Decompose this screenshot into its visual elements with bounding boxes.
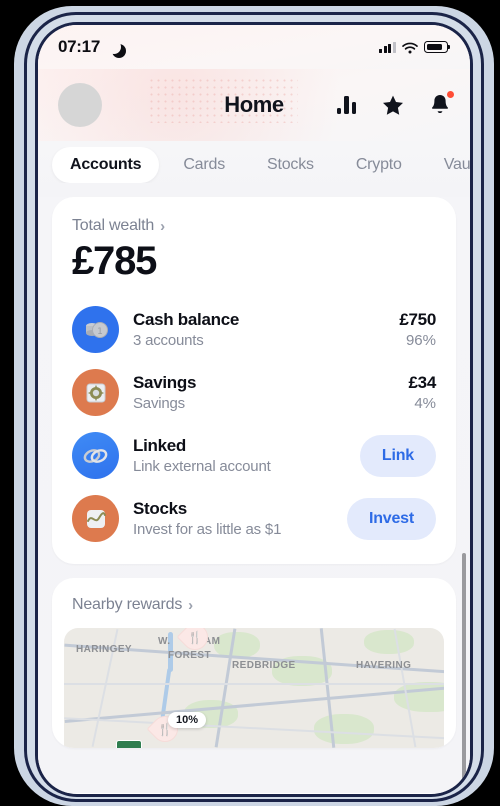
nearby-rewards-header[interactable]: Nearby rewards › (52, 596, 456, 628)
account-row-linked[interactable]: Linked Link external account Link (72, 424, 436, 487)
notifications-button[interactable] (430, 91, 454, 116)
rewards-map[interactable]: HARINGEY W. AM FOREST REDBRIDGE HAVERING… (64, 628, 444, 748)
chevron-right-icon: › (188, 596, 193, 614)
link-account-button[interactable]: Link (359, 434, 436, 477)
nearby-rewards-head-inner[interactable]: Nearby rewards › (72, 596, 436, 614)
account-text-savings: Savings Savings (133, 373, 395, 412)
status-time: 07:17 (58, 37, 100, 56)
offer-percent-badge: 10% (168, 712, 207, 728)
map-label-haringey: HARINGEY (76, 644, 132, 655)
account-subtitle: Link external account (133, 458, 271, 475)
map-label-havering: HAVERING (356, 660, 412, 671)
account-subtitle: Invest for as little as $1 (133, 521, 282, 538)
map-road-shield (116, 740, 142, 748)
wifi-icon (402, 41, 418, 54)
status-bar: 07:17 (38, 25, 470, 69)
insights-chart-button[interactable] (336, 96, 356, 114)
invest-button[interactable]: Invest (346, 497, 436, 540)
app-header: Home (38, 69, 470, 141)
safe-vault-icon (72, 369, 119, 416)
battery-icon (424, 41, 451, 53)
total-wealth-amount: £785 (72, 239, 157, 283)
account-subtitle: 3 accounts (133, 332, 204, 349)
account-values-savings: £34 4% (408, 373, 437, 412)
account-title: Cash balance (133, 310, 240, 329)
tab-list[interactable]: Accounts Cards Stocks Crypto Vau (38, 147, 470, 183)
header-actions (336, 91, 454, 116)
chevron-right-icon: › (160, 217, 165, 235)
stock-chart-icon (72, 495, 119, 542)
tab-stocks[interactable]: Stocks (249, 147, 332, 183)
account-title: Savings (133, 373, 197, 392)
account-title: Stocks (133, 499, 187, 518)
account-text-cash-balance: Cash balance 3 accounts (133, 310, 385, 349)
tab-accounts[interactable]: Accounts (52, 147, 160, 183)
insights-chart-icon (336, 96, 356, 114)
phone-screen: 07:17 Home Accounts Cards Stocks Crypto … (35, 22, 473, 797)
account-subtitle: Savings (133, 395, 185, 412)
total-wealth-header[interactable]: Total wealth › (72, 217, 436, 235)
map-road (64, 684, 444, 723)
account-title: Linked (133, 436, 186, 455)
avatar[interactable] (58, 83, 102, 127)
tab-crypto[interactable]: Crypto (338, 147, 420, 183)
coins-icon: 1 (72, 306, 119, 353)
total-wealth-card: Total wealth › £785 1 Cash balance 3 acc… (52, 197, 456, 564)
account-percent: 96% (405, 332, 436, 349)
map-park-area (314, 714, 374, 744)
cellular-signal-icon (379, 41, 396, 53)
chain-link-icon (72, 432, 119, 479)
status-bar-right (379, 41, 451, 54)
account-text-stocks: Stocks Invest for as little as $1 (133, 499, 333, 538)
tab-cards[interactable]: Cards (165, 147, 243, 183)
account-amount: £34 (408, 373, 437, 392)
status-bar-left: 07:17 (58, 37, 121, 57)
nearby-rewards-label: Nearby rewards (72, 596, 183, 613)
nearby-rewards-card: Nearby rewards › HARINGEY W. AM FOREST R… (52, 578, 456, 748)
map-label-forest: FOREST (168, 650, 211, 661)
map-label-redbridge: REDBRIDGE (232, 660, 296, 671)
moon-icon (107, 40, 121, 54)
account-amount: £750 (399, 310, 436, 329)
account-row-savings[interactable]: Savings Savings £34 4% (72, 361, 436, 424)
tab-bar: Accounts Cards Stocks Crypto Vau (38, 141, 470, 197)
account-row-stocks[interactable]: Stocks Invest for as little as $1 Invest (72, 487, 436, 550)
notification-badge-dot (447, 91, 454, 98)
svg-text:1: 1 (97, 327, 103, 337)
map-road (64, 717, 444, 741)
total-wealth-label: Total wealth (72, 217, 155, 234)
account-percent: 4% (414, 395, 436, 412)
account-row-cash-balance[interactable]: 1 Cash balance 3 accounts £750 96% (72, 298, 436, 361)
favourites-star-icon (382, 95, 404, 120)
map-label-w: W. (158, 636, 171, 647)
account-text-linked: Linked Link external account (133, 436, 346, 475)
map-road (64, 683, 444, 685)
main-content: Total wealth › £785 1 Cash balance 3 acc… (38, 197, 470, 793)
map-park-area (364, 630, 414, 654)
account-values-cash-balance: £750 96% (399, 310, 436, 349)
tab-vaults[interactable]: Vau (426, 147, 470, 183)
content-scrollbar[interactable] (462, 553, 466, 793)
favourites-button[interactable] (382, 95, 404, 116)
notifications-bell-icon (430, 95, 450, 120)
